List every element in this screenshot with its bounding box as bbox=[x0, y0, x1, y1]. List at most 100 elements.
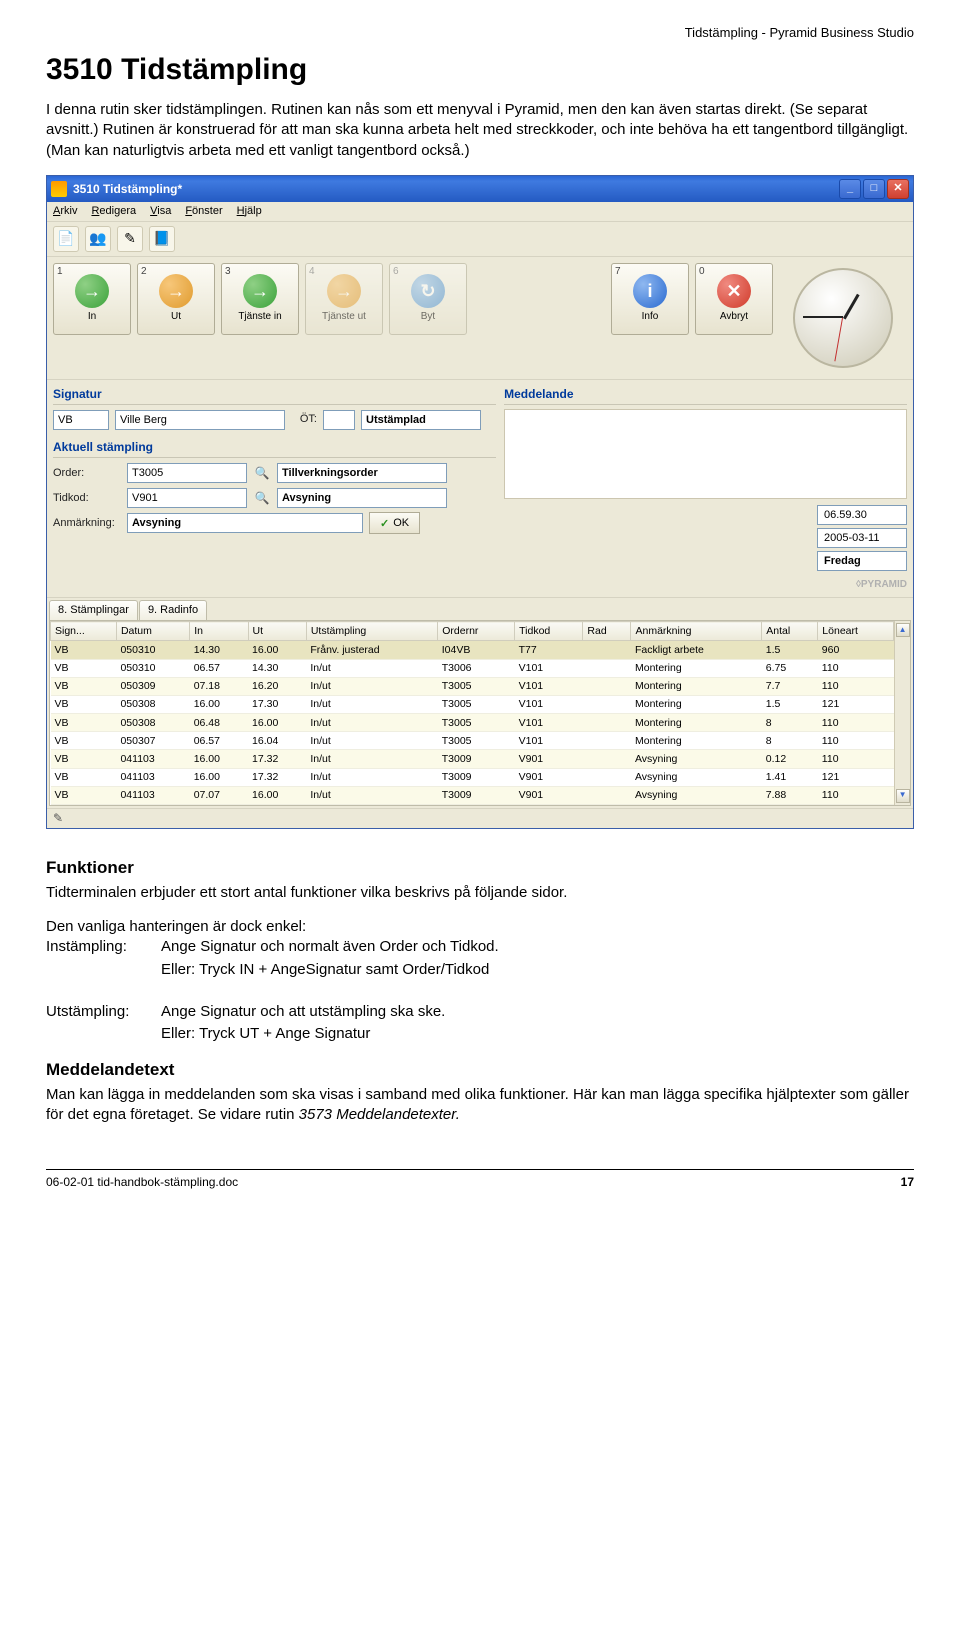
tabs-row: 8. Stämplingar 9. Radinfo bbox=[47, 598, 913, 620]
time-display: 06.59.30 bbox=[817, 505, 907, 525]
tidkod-label: Tidkod: bbox=[53, 491, 121, 506]
tidkod-desc bbox=[277, 488, 447, 508]
grid-col-header[interactable]: Ut bbox=[248, 622, 306, 641]
instamp-text: Ange Signatur och normalt även Order och… bbox=[161, 937, 499, 957]
message-area bbox=[504, 409, 907, 499]
meddelande-heading: Meddelande bbox=[504, 386, 907, 405]
grid-col-header[interactable]: Anmärkning bbox=[631, 622, 762, 641]
info-button[interactable]: i Info bbox=[611, 263, 689, 335]
signatur-heading: Signatur bbox=[53, 386, 496, 405]
status-field bbox=[361, 410, 481, 430]
window-title: 3510 Tidstämpling* bbox=[73, 181, 182, 197]
grid-col-header[interactable]: Utstämpling bbox=[306, 622, 437, 641]
tjanste-in-button[interactable]: → Tjänste in bbox=[221, 263, 299, 335]
table-row[interactable]: VB05031014.3016.00Frånv. justeradI04VBT7… bbox=[51, 641, 894, 659]
close-icon: ✕ bbox=[717, 274, 751, 308]
byt-button[interactable]: ↻ Byt bbox=[389, 263, 467, 335]
anm-input[interactable] bbox=[127, 513, 363, 533]
minimize-button[interactable]: _ bbox=[839, 179, 861, 199]
menu-fonster[interactable]: Fönster bbox=[185, 204, 222, 219]
close-button[interactable]: ✕ bbox=[887, 179, 909, 199]
meddelandetext-heading: Meddelandetext bbox=[46, 1059, 914, 1082]
grid-col-header[interactable]: Antal bbox=[762, 622, 818, 641]
search-icon[interactable]: 🔍 bbox=[253, 464, 271, 482]
scrollbar[interactable]: ▲ ▼ bbox=[894, 621, 910, 805]
easy-heading: Den vanliga hanteringen är dock enkel: bbox=[46, 917, 914, 937]
title-bar: 3510 Tidstämpling* _ □ ✕ bbox=[47, 176, 913, 202]
utstamp-text: Ange Signatur och att utstämpling ska sk… bbox=[161, 1002, 445, 1022]
table-row[interactable]: VB05030706.5716.04In/utT3005V101Monterin… bbox=[51, 732, 894, 750]
order-input[interactable] bbox=[127, 463, 247, 483]
order-label: Order: bbox=[53, 466, 121, 481]
ot-input[interactable] bbox=[323, 410, 355, 430]
grid-col-header[interactable]: Löneart bbox=[818, 622, 894, 641]
tab-stamplingar[interactable]: 8. Stämplingar bbox=[49, 600, 138, 620]
status-bar: ✎ bbox=[47, 808, 913, 828]
menu-arkiv[interactable]: Arkiv bbox=[53, 204, 77, 219]
clock bbox=[779, 263, 907, 373]
search-icon[interactable]: 🔍 bbox=[253, 489, 271, 507]
signature-code-input[interactable] bbox=[53, 410, 109, 430]
grid-col-header[interactable]: Tidkod bbox=[515, 622, 583, 641]
tab-radinfo[interactable]: 9. Radinfo bbox=[139, 600, 207, 620]
scroll-down-icon[interactable]: ▼ bbox=[896, 789, 910, 803]
date-display: 2005-03-11 bbox=[817, 528, 907, 548]
info-icon: i bbox=[633, 274, 667, 308]
grid-col-header[interactable]: Rad bbox=[583, 622, 631, 641]
menu-hjalp[interactable]: Hjälp bbox=[237, 204, 262, 219]
aktuell-heading: Aktuell stämpling bbox=[53, 439, 496, 458]
doc-header: Tidstämpling - Pyramid Business Studio bbox=[46, 24, 914, 42]
table-row[interactable]: VB05030907.1816.20In/utT3005V101Monterin… bbox=[51, 677, 894, 695]
toolbar-edit-icon[interactable]: ✎ bbox=[117, 226, 143, 252]
tidkod-input[interactable] bbox=[127, 488, 247, 508]
maximize-button[interactable]: □ bbox=[863, 179, 885, 199]
tjanste-ut-icon: → bbox=[327, 274, 361, 308]
menu-redigera[interactable]: Redigera bbox=[91, 204, 136, 219]
tjanste-ut-button[interactable]: → Tjänste ut bbox=[305, 263, 383, 335]
in-button[interactable]: → In bbox=[53, 263, 131, 335]
app-icon bbox=[51, 181, 67, 197]
ok-button[interactable]: ✓OK bbox=[369, 512, 420, 534]
instamp-label: Instämpling: bbox=[46, 937, 161, 957]
intro-paragraph: I denna rutin sker tidstämplingen. Rutin… bbox=[46, 100, 914, 161]
functions-paragraph: Tidterminalen erbjuder ett stort antal f… bbox=[46, 883, 914, 903]
grid-col-header[interactable]: Ordernr bbox=[438, 622, 515, 641]
byt-icon: ↻ bbox=[411, 274, 445, 308]
page-title: 3510 Tidstämpling bbox=[46, 50, 914, 91]
ut-button[interactable]: → Ut bbox=[137, 263, 215, 335]
utstamp-label: Utstämpling: bbox=[46, 1002, 161, 1022]
action-row: 1 → In 2 → Ut 3 → Tjänste in 4 → Tjänste… bbox=[47, 257, 913, 380]
table-row[interactable]: VB04110316.0017.32In/utT3009V901Avsyning… bbox=[51, 768, 894, 786]
toolbar-user-icon[interactable]: 👥 bbox=[85, 226, 111, 252]
functions-heading: Funktioner bbox=[46, 857, 914, 880]
menu-visa[interactable]: Visa bbox=[150, 204, 171, 219]
table-row[interactable]: VB04110307.0716.00In/utT3009V901Avsyning… bbox=[51, 786, 894, 804]
stamp-grid: Sign...DatumInUtUtstämplingOrdernrTidkod… bbox=[50, 621, 894, 805]
avbryt-button[interactable]: ✕ Avbryt bbox=[695, 263, 773, 335]
table-row[interactable]: VB05031006.5714.30In/utT3006V101Monterin… bbox=[51, 659, 894, 677]
tjanste-in-icon: → bbox=[243, 274, 277, 308]
grid-col-header[interactable]: Sign... bbox=[51, 622, 117, 641]
signature-name-input[interactable] bbox=[115, 410, 285, 430]
in-icon: → bbox=[75, 274, 109, 308]
grid-col-header[interactable]: In bbox=[190, 622, 248, 641]
utstamp-text2: Eller: Tryck UT + Ange Signatur bbox=[161, 1024, 370, 1044]
grid-col-header[interactable]: Datum bbox=[116, 622, 189, 641]
day-display: Fredag bbox=[817, 551, 907, 571]
meddelandetext-paragraph: Man kan lägga in meddelanden som ska vis… bbox=[46, 1085, 914, 1126]
ut-icon: → bbox=[159, 274, 193, 308]
toolbar: 📄 👥 ✎ 📘 bbox=[47, 222, 913, 257]
scroll-up-icon[interactable]: ▲ bbox=[896, 623, 910, 637]
anm-label: Anmärkning: bbox=[53, 516, 121, 531]
toolbar-book-icon[interactable]: 📘 bbox=[149, 226, 175, 252]
check-icon: ✓ bbox=[380, 517, 389, 530]
table-row[interactable]: VB05030806.4816.00In/utT3005V101Monterin… bbox=[51, 714, 894, 732]
table-row[interactable]: VB04110316.0017.32In/utT3009V901Avsyning… bbox=[51, 750, 894, 768]
app-window: 3510 Tidstämpling* _ □ ✕ Arkiv Redigera … bbox=[46, 175, 914, 829]
table-row[interactable]: VB05030816.0017.30In/utT3005V101Monterin… bbox=[51, 695, 894, 713]
page-number: 17 bbox=[901, 1174, 914, 1190]
footer-filename: 06-02-01 tid-handbok-stämpling.doc bbox=[46, 1174, 238, 1190]
instamp-text2: Eller: Tryck IN + AngeSignatur samt Orde… bbox=[161, 960, 489, 980]
toolbar-doc-icon[interactable]: 📄 bbox=[53, 226, 79, 252]
menu-bar: Arkiv Redigera Visa Fönster Hjälp bbox=[47, 202, 913, 222]
